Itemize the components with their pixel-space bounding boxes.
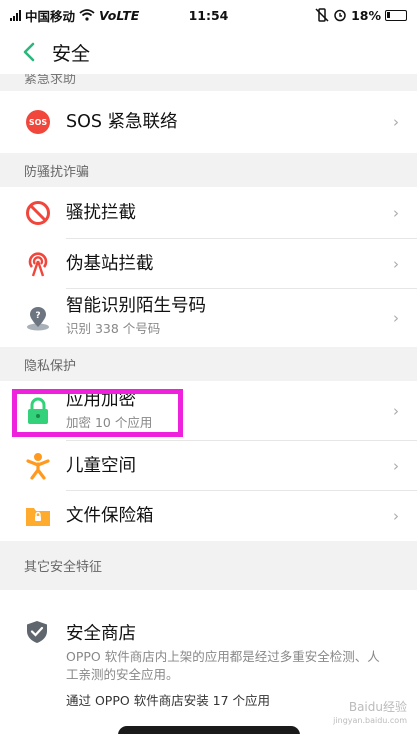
chevron-right-icon: › [393, 457, 399, 475]
svg-text:?: ? [35, 311, 40, 321]
section-header-privacy: 隐私保护 [24, 358, 77, 374]
battery-icon [385, 9, 407, 21]
chevron-right-icon: › [393, 204, 399, 222]
child-icon [24, 452, 52, 480]
sos-emergency-item[interactable]: SOS SOS 紧急联络 › [0, 91, 417, 153]
security-store-count: 通过 OPPO 软件商店安装 17 个应用 [66, 693, 271, 708]
smart-identify-item[interactable]: ? 智能识别陌生号码 识别 338 个号码 › [0, 289, 417, 347]
back-arrow-icon [23, 42, 35, 62]
shield-icon [27, 621, 47, 643]
chevron-right-icon: › [393, 255, 399, 273]
chevron-right-icon: › [393, 507, 399, 525]
back-button[interactable] [18, 30, 40, 74]
file-safe-title: 文件保险箱 [66, 506, 154, 526]
security-store-card[interactable]: 安全商店 OPPO 软件商店内上架的应用都是经过多重安全检测、人工亲测的安全应用… [0, 590, 417, 734]
clock: 11:54 [188, 7, 229, 23]
antenna-icon [24, 250, 52, 278]
volte-label: VoLTE [99, 7, 140, 23]
nav-bar: 安全 [0, 30, 417, 74]
kids-space-title: 儿童空间 [66, 456, 136, 476]
pseudo-base-station-item[interactable]: 伪基站拦截 › [0, 239, 417, 289]
folder-lock-icon [24, 502, 52, 530]
bottom-bar-handle [118, 726, 300, 734]
smart-identify-subtitle: 识别 338 个号码 [66, 321, 161, 336]
harass-block-item[interactable]: 骚扰拦截 › [0, 187, 417, 239]
battery-percent: 18% [351, 7, 381, 23]
chevron-right-icon: › [393, 113, 399, 131]
security-store-title: 安全商店 [66, 624, 136, 644]
page-title: 安全 [52, 42, 91, 65]
smart-identify-title: 智能识别陌生号码 [66, 296, 206, 316]
section-header-emergency: 紧急求助 [24, 74, 77, 87]
chevron-right-icon: › [393, 309, 399, 327]
status-bar: 中国移动 VoLTE 11:54 18% [0, 0, 417, 30]
highlight-annotation-box [12, 389, 183, 437]
harass-block-title: 骚扰拦截 [66, 203, 136, 223]
file-safe-item[interactable]: 文件保险箱 › [0, 491, 417, 541]
chevron-right-icon: › [393, 402, 399, 420]
watermark: Baidu经验 jingyan.baidu.com [333, 700, 407, 725]
vibrate-off-icon [315, 8, 329, 22]
wifi-icon [79, 9, 95, 21]
section-header-anti-harass: 防骚扰诈骗 [24, 164, 90, 180]
pseudo-base-title: 伪基站拦截 [66, 254, 154, 274]
security-store-description: OPPO 软件商店内上架的应用都是经过多重安全检测、人工亲测的安全应用。 [66, 649, 380, 682]
signal-icon [10, 9, 21, 21]
sos-title: SOS 紧急联络 [66, 112, 178, 132]
alarm-icon [334, 9, 346, 22]
kids-space-item[interactable]: 儿童空间 › [0, 441, 417, 491]
carrier-name: 中国移动 [25, 8, 76, 24]
unknown-caller-icon: ? [24, 304, 52, 332]
section-header-other: 其它安全特征 [24, 560, 103, 575]
block-icon [24, 199, 52, 227]
sos-icon: SOS [24, 108, 52, 136]
